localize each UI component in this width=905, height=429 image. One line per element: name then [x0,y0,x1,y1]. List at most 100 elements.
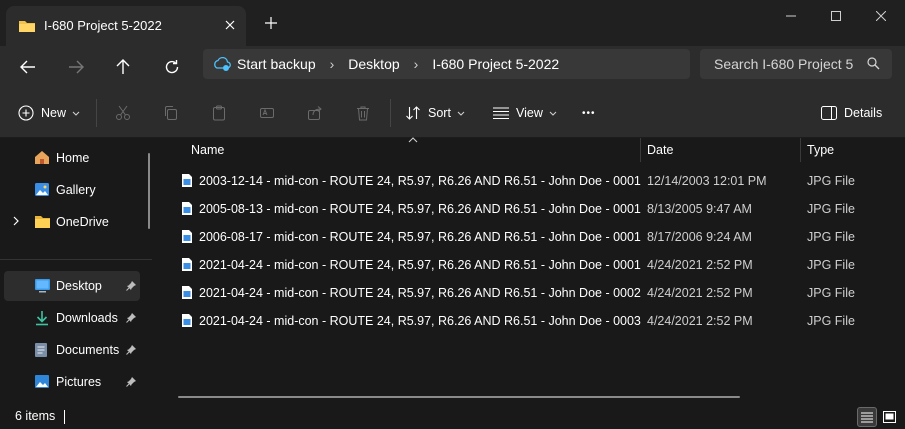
search-icon [867,57,880,73]
address-bar[interactable]: Start backup › Desktop › I-680 Project 5… [203,49,690,79]
file-type: JPG File [807,314,855,328]
sidebar-item-label: OneDrive [56,215,109,229]
file-type: JPG File [807,174,855,188]
breadcrumb-desktop[interactable]: Desktop [348,56,399,72]
column-resize-handle[interactable] [800,138,801,162]
back-arrow-icon[interactable] [13,52,43,82]
column-resize-handle[interactable] [640,138,641,162]
pin-icon[interactable] [126,280,137,294]
maximize-icon[interactable] [821,6,851,26]
refresh-icon[interactable] [157,52,187,82]
view-button[interactable]: View [493,101,557,125]
view-label: View [516,106,543,120]
pin-icon[interactable] [126,376,137,390]
details-pane-icon [821,106,837,120]
sidebar-item-label: Home [56,151,90,165]
up-arrow-icon[interactable] [108,52,138,82]
tab-title: I-680 Project 5-2022 [44,18,162,33]
table-row[interactable]: 2021-04-24 - mid-con - ROUTE 24, R5.97, … [176,250,901,278]
status-bar: 6 items [0,404,905,429]
file-type: JPG File [807,230,855,244]
tab-i680-project[interactable]: I-680 Project 5-2022 [6,6,246,46]
file-list: Name Date Type 2003-12-14 - mid-con - RO… [168,137,905,404]
plus-circle-icon [18,105,34,121]
view-list-icon [493,107,509,119]
file-type: JPG File [807,286,855,300]
file-date: 4/24/2021 2:52 PM [647,258,753,272]
sidebar-item-documents[interactable]: Documents [4,335,140,365]
item-count: 6 items [15,409,56,423]
new-button[interactable]: New [18,101,80,125]
file-date: 4/24/2021 2:52 PM [647,286,753,300]
file-name: 2006-08-17 - mid-con - ROUTE 24, R5.97, … [199,230,641,244]
gallery-icon [34,182,50,200]
rename-icon[interactable] [255,101,279,125]
close-window-icon[interactable] [866,6,896,26]
breadcrumb-start-backup[interactable]: Start backup [237,56,316,72]
sidebar-item-desktop[interactable]: Desktop [4,271,140,301]
details-view-icon [861,412,873,423]
breadcrumb-separator[interactable]: › [414,56,419,72]
sidebar-item-pictures[interactable]: Pictures [4,367,140,397]
chevron-down-icon [549,111,557,116]
tiles-view-button[interactable] [879,407,899,427]
table-row[interactable]: 2021-04-24 - mid-con - ROUTE 24, R5.97, … [176,278,901,306]
new-tab-button[interactable] [260,12,282,34]
table-row[interactable]: 2005-08-13 - mid-con - ROUTE 24, R5.97, … [176,194,901,222]
file-name: 2021-04-24 - mid-con - ROUTE 24, R5.97, … [199,314,641,328]
more-options-icon: ••• [582,107,596,119]
jpg-file-icon [181,285,193,303]
sidebar-item-label: Desktop [56,279,102,293]
jpg-file-icon [181,313,193,331]
paste-icon[interactable] [207,101,231,125]
file-date: 8/17/2006 9:24 AM [647,230,752,244]
sidebar-scrollbar[interactable] [148,153,150,229]
sidebar-divider [0,259,152,260]
pin-icon[interactable] [126,312,137,326]
sort-icon [405,105,421,121]
details-button[interactable]: Details [821,101,882,125]
status-divider [64,410,65,424]
minimize-icon[interactable] [776,6,806,26]
copy-icon[interactable] [159,101,183,125]
cut-icon[interactable] [111,101,135,125]
column-header-date[interactable]: Date [647,138,797,162]
search-input[interactable]: Search I-680 Project 5 [700,49,892,79]
toolbar-divider [96,99,97,127]
more-options-button[interactable]: ••• [582,101,596,125]
new-label: New [41,106,67,120]
breadcrumb-current-folder[interactable]: I-680 Project 5-2022 [432,56,559,72]
table-row[interactable]: 2003-12-14 - mid-con - ROUTE 24, R5.97, … [176,166,901,194]
chevron-right-icon[interactable] [12,215,20,230]
file-name: 2021-04-24 - mid-con - ROUTE 24, R5.97, … [199,286,641,300]
pin-icon[interactable] [126,344,137,358]
table-row[interactable]: 2021-04-24 - mid-con - ROUTE 24, R5.97, … [176,306,901,334]
sidebar-item-downloads[interactable]: Downloads [4,303,140,333]
sidebar-item-onedrive[interactable]: OneDrive [4,207,140,237]
sidebar-item-label: Documents [56,343,120,357]
desktop-icon [34,278,51,296]
details-view-button[interactable] [857,407,877,427]
download-icon [34,310,50,329]
column-header-name[interactable]: Name [191,138,631,162]
forward-arrow-icon[interactable] [61,52,91,82]
file-type: JPG File [807,258,855,272]
home-icon [34,150,50,168]
column-header-type[interactable]: Type [807,138,897,162]
horizontal-scrollbar[interactable] [178,396,740,398]
file-name: 2003-12-14 - mid-con - ROUTE 24, R5.97, … [199,174,641,188]
sidebar-item-gallery[interactable]: Gallery [4,175,140,205]
file-name: 2005-08-13 - mid-con - ROUTE 24, R5.97, … [199,202,641,216]
table-row[interactable]: 2006-08-17 - mid-con - ROUTE 24, R5.97, … [176,222,901,250]
tiles-view-icon [882,411,896,423]
share-icon[interactable] [303,101,327,125]
toolbar-divider [390,99,391,127]
sort-button[interactable]: Sort [405,101,465,125]
navigation-pane: Home Gallery OneDrive Desktop Downloads [0,138,152,404]
delete-icon[interactable] [351,101,375,125]
close-tab-icon[interactable] [220,15,240,35]
backup-icon [213,56,231,72]
jpg-file-icon [181,257,193,275]
breadcrumb-separator[interactable]: › [330,56,335,72]
sidebar-item-home[interactable]: Home [4,143,140,173]
